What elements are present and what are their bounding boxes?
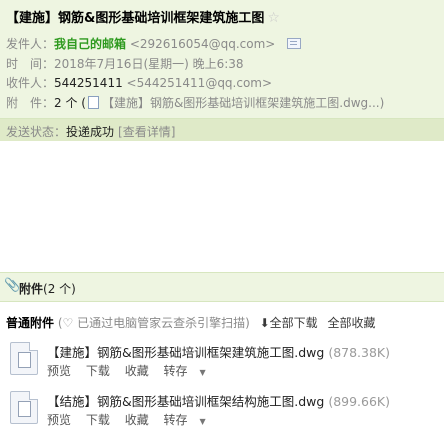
mail-subject: 【建施】钢筋&图形基础培训框架建筑施工图 ☆ xyxy=(6,7,280,26)
save-all-button[interactable]: 全部收藏 xyxy=(328,316,376,330)
dwg-file-icon xyxy=(10,391,38,424)
chevron-down-icon: ▼ xyxy=(199,368,206,377)
download-link[interactable]: 下载 xyxy=(86,364,110,378)
star-icon[interactable]: ☆ xyxy=(267,10,280,26)
download-all-button[interactable]: ⬇全部下载 xyxy=(260,316,318,330)
attach-row: 附 件：2 个 ( 【建施】钢筋&图形基础培训框架建筑施工图.dwg...) xyxy=(6,94,384,111)
to-email[interactable]: <544251411@qq.com> xyxy=(127,76,273,90)
send-status-bar: 发送状态：投递成功 [查看详情] xyxy=(0,119,444,141)
scan-note: (♡ 已通过电脑管家云查杀引擎扫描) xyxy=(57,316,250,330)
to-row: 收件人：544251411 <544251411@qq.com> xyxy=(6,74,272,91)
mail-header: 【建施】钢筋&图形基础培训框架建筑施工图 ☆ 发件人：我自己的邮箱 <292616… xyxy=(0,0,444,119)
attachments-title-text: 附件 xyxy=(19,282,44,296)
download-arrow-icon: ⬇ xyxy=(259,316,270,330)
attachment-filename[interactable]: 【结施】钢筋&图形基础培训框架结构施工图.dwg xyxy=(47,394,324,409)
transfer-dropdown[interactable]: 转存 ▼ xyxy=(164,364,217,378)
attach-label: 附 件： xyxy=(6,96,55,110)
document-icon xyxy=(87,96,99,109)
subject-text: 【建施】钢筋&图形基础培训框架建筑施工图 xyxy=(6,11,265,26)
download-all-label: 全部下载 xyxy=(269,316,318,330)
transfer-label: 转存 xyxy=(163,413,188,427)
contact-card-icon[interactable] xyxy=(287,38,302,49)
download-link[interactable]: 下载 xyxy=(86,413,110,427)
view-details-link[interactable]: [查看详情] xyxy=(118,125,175,139)
from-row: 发件人：我自己的邮箱 <292616054@qq.com> xyxy=(6,35,302,52)
favorite-link[interactable]: 收藏 xyxy=(125,413,149,427)
to-label: 收件人： xyxy=(6,76,55,90)
attachments-title: 附件(2 个) xyxy=(19,280,76,297)
attach-preview[interactable]: 【建施】钢筋&图形基础培训框架建筑施工图.dwg...) xyxy=(102,96,384,110)
time-row: 时 间：2018年7月16日(星期一) 晚上6:38 xyxy=(6,55,244,72)
time-value: 2018年7月16日(星期一) 晚上6:38 xyxy=(54,57,244,71)
attachment-size: (878.38K) xyxy=(328,345,391,360)
attachments-header: 📎 附件(2 个) xyxy=(0,272,444,302)
favorite-link[interactable]: 收藏 xyxy=(125,364,149,378)
attachment-item: 【建施】钢筋&图形基础培训框架建筑施工图.dwg (878.38K) 预览 下载… xyxy=(10,340,440,388)
normal-attachments-label: 普通附件 xyxy=(6,316,55,330)
attachment-item: 【结施】钢筋&图形基础培训框架结构施工图.dwg (899.66K) 预览 下载… xyxy=(10,389,440,437)
from-email[interactable]: <292616054@qq.com> xyxy=(130,37,276,51)
time-label: 时 间： xyxy=(6,57,55,71)
preview-link[interactable]: 预览 xyxy=(47,364,71,378)
attachment-actions: 预览 下载 收藏 转存 ▼ xyxy=(47,362,228,379)
transfer-label: 转存 xyxy=(163,364,188,378)
attachments-toolbar: 普通附件 (♡ 已通过电脑管家云查杀引擎扫描) ⬇全部下载 全部收藏 xyxy=(6,314,376,331)
attachment-size: (899.66K) xyxy=(328,394,391,409)
chevron-down-icon: ▼ xyxy=(199,417,206,426)
attachment-name[interactable]: 【建施】钢筋&图形基础培训框架建筑施工图.dwg (878.38K) xyxy=(47,342,390,361)
attachment-actions: 预览 下载 收藏 转存 ▼ xyxy=(47,411,228,428)
attach-count[interactable]: 2 个 ( xyxy=(54,96,86,110)
from-name[interactable]: 我自己的邮箱 xyxy=(54,37,126,51)
attachment-name[interactable]: 【结施】钢筋&图形基础培训框架结构施工图.dwg (899.66K) xyxy=(47,391,390,410)
attachments-count: (2 个) xyxy=(43,282,76,296)
preview-link[interactable]: 预览 xyxy=(47,413,71,427)
transfer-dropdown[interactable]: 转存 ▼ xyxy=(164,413,217,427)
attachment-filename[interactable]: 【建施】钢筋&图形基础培训框架建筑施工图.dwg xyxy=(47,345,324,360)
send-status-label: 发送状态： xyxy=(6,125,67,139)
dwg-file-icon xyxy=(10,342,38,375)
send-status-value: 投递成功 xyxy=(66,125,115,139)
paperclip-icon: 📎 xyxy=(4,278,21,293)
from-label: 发件人： xyxy=(6,37,55,51)
to-name[interactable]: 544251411 xyxy=(54,76,123,90)
